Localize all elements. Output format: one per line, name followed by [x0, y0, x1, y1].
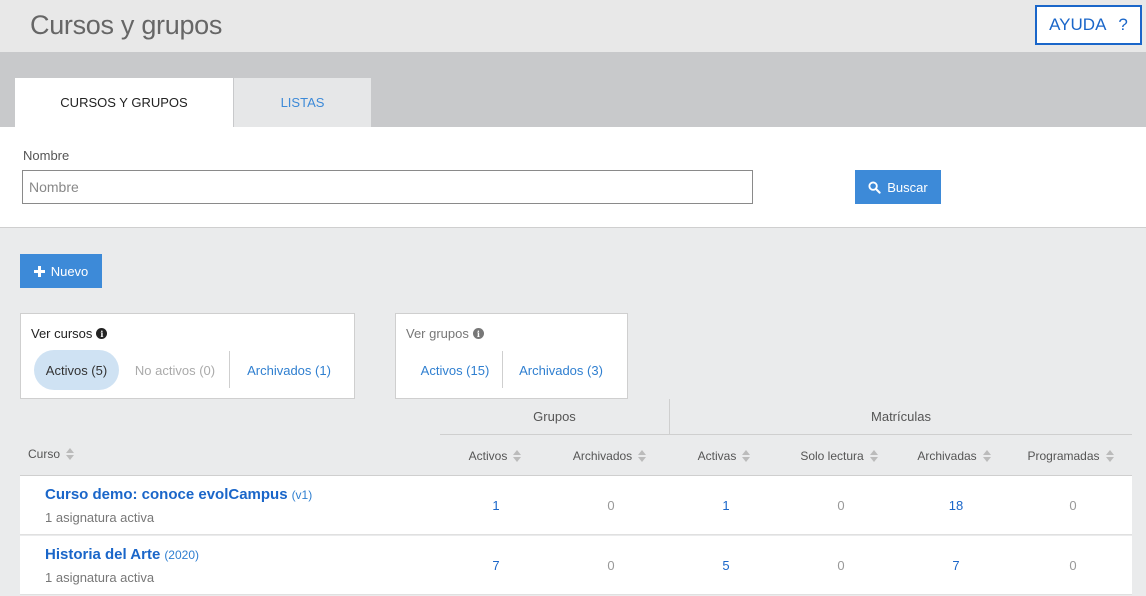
name-label: Nombre [23, 148, 70, 163]
cell-matriculas-activas[interactable]: 5 [696, 558, 756, 573]
sort-icon [513, 449, 522, 462]
question-icon: ? [1118, 15, 1128, 34]
column-header-matriculas-activas[interactable]: Activas [669, 435, 779, 476]
table-row: Historia del Arte (2020) 1 asignatura act… [20, 536, 1132, 595]
cell-archivadas[interactable]: 18 [926, 498, 986, 513]
filter-active-courses[interactable]: Activos (5) [34, 350, 119, 390]
column-header-grupos-activos[interactable]: Activos [440, 435, 550, 476]
column-label: Programadas [1027, 448, 1100, 463]
help-label: AYUDA [1049, 15, 1107, 34]
divider [502, 351, 503, 388]
info-icon[interactable]: i [472, 328, 484, 339]
top-bar: Cursos y grupos AYUDA ? [0, 0, 1146, 52]
course-name: Curso demo: conoce evolCampus [45, 486, 288, 503]
cell-matriculas-activas[interactable]: 1 [696, 498, 756, 513]
column-header-curso[interactable]: Curso [28, 447, 75, 461]
search-panel: Nombre Buscar [0, 127, 1146, 228]
cell-archivadas[interactable]: 7 [926, 558, 986, 573]
tab-bar: CURSOS Y GRUPOS LISTAS [0, 52, 1146, 127]
cell-grupos-archivados: 0 [607, 498, 615, 513]
new-button[interactable]: Nuevo [20, 254, 102, 288]
filter-archived-groups[interactable]: Archivados (3) [510, 350, 612, 390]
column-header-programadas[interactable]: Programadas [1009, 435, 1132, 476]
course-subtitle: 1 asignatura activa [45, 510, 155, 525]
column-label: Archivadas [917, 448, 977, 463]
group-header-matriculas: Matrículas [669, 399, 1132, 435]
filter-archived-courses[interactable]: Archivados (1) [237, 350, 341, 390]
sort-icon [982, 449, 991, 462]
filter-active-groups[interactable]: Activos (15) [408, 350, 502, 390]
course-version: (2020) [164, 548, 199, 562]
column-header-curso-label: Curso [28, 447, 61, 461]
cell-solo-lectura: 0 [837, 498, 845, 513]
cell-solo-lectura: 0 [837, 558, 845, 573]
search-button-label: Buscar [887, 179, 928, 195]
name-search-input[interactable] [22, 170, 753, 204]
group-filter-title: Ver grupos i [406, 326, 484, 341]
course-filter-title-text: Ver cursos [31, 326, 93, 341]
info-icon[interactable]: i [96, 328, 108, 339]
filter-inactive-courses[interactable]: No activos (0) [125, 350, 225, 390]
course-link[interactable]: Historia del Arte (2020) [45, 546, 199, 563]
plus-icon [33, 265, 45, 277]
cell-programadas: 0 [1069, 558, 1077, 573]
tab-listas[interactable]: LISTAS [234, 78, 371, 127]
course-subtitle: 1 asignatura activa [45, 570, 155, 585]
course-version: (v1) [291, 488, 313, 502]
help-button[interactable]: AYUDA ? [1035, 5, 1142, 45]
search-icon [868, 180, 881, 194]
column-header-grupos-archivados[interactable]: Archivados [550, 435, 669, 476]
sort-icon [742, 449, 751, 462]
column-header-archivadas[interactable]: Archivadas [899, 435, 1009, 476]
cell-grupos-activos[interactable]: 1 [466, 498, 526, 513]
cell-programadas: 0 [1069, 498, 1077, 513]
group-filter-title-text: Ver grupos [406, 326, 469, 341]
table-row: Curso demo: conoce evolCampus (v1) 1 asig… [20, 476, 1132, 535]
course-filter-box: Ver cursos i Activos (5) No activos (0) … [20, 313, 355, 399]
cell-grupos-archivados: 0 [607, 558, 615, 573]
search-button[interactable]: Buscar [855, 170, 941, 204]
new-button-label: Nuevo [50, 263, 89, 279]
table-header: Grupos Matrículas Curso Activos Archivad… [20, 399, 1132, 476]
course-link[interactable]: Curso demo: conoce evolCampus (v1) [45, 486, 312, 503]
column-label: Archivados [572, 448, 633, 463]
group-header-grupos: Grupos [440, 399, 669, 435]
sort-icon [66, 448, 75, 460]
page-title: Cursos y grupos [30, 10, 223, 40]
cell-grupos-activos[interactable]: 7 [466, 558, 526, 573]
course-name: Historia del Arte [45, 546, 161, 563]
tab-cursos-y-grupos[interactable]: CURSOS Y GRUPOS [15, 78, 233, 127]
sort-icon [638, 449, 647, 462]
column-label: Activas [697, 448, 737, 463]
column-label: Solo lectura [800, 448, 864, 463]
courses-table: Grupos Matrículas Curso Activos Archivad… [20, 399, 1132, 596]
column-header-solo-lectura[interactable]: Solo lectura [779, 435, 899, 476]
course-filter-title: Ver cursos i [31, 326, 108, 341]
group-filter-box: Ver grupos i Activos (15) Archivados (3) [395, 313, 628, 399]
column-label: Activos [468, 448, 508, 463]
sort-icon [869, 449, 878, 462]
divider [229, 351, 230, 388]
sort-icon [1105, 449, 1114, 462]
